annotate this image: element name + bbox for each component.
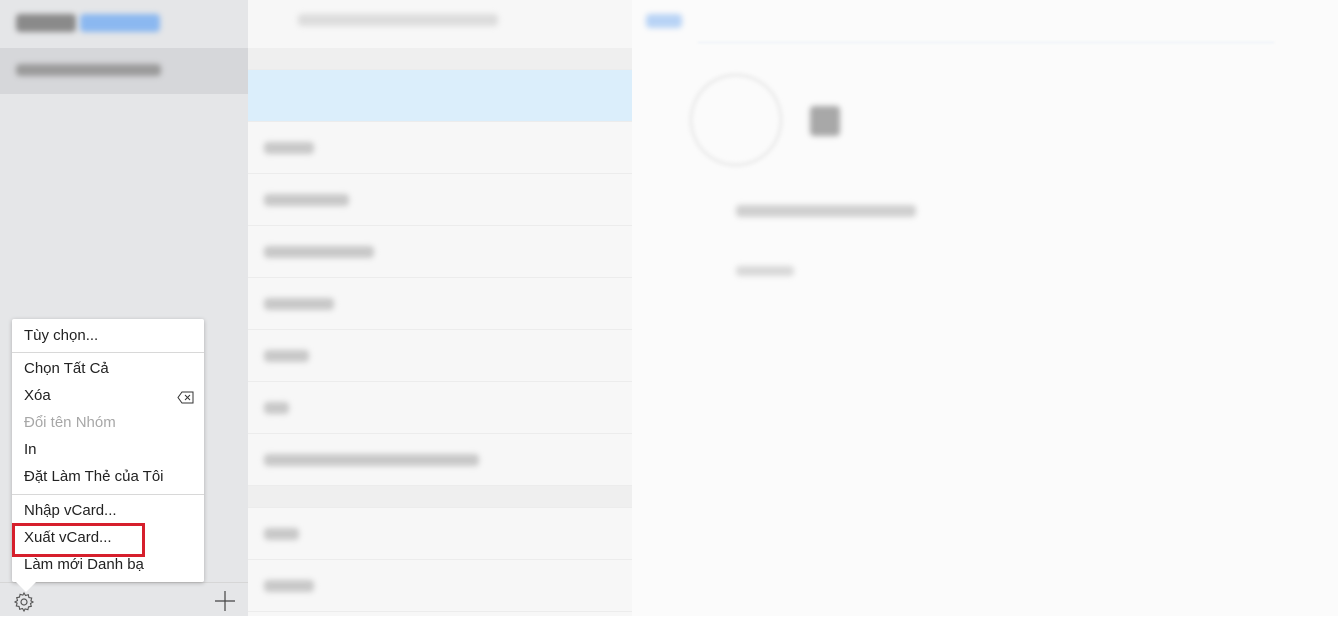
avatar — [690, 74, 782, 166]
contact-detail — [632, 0, 1338, 616]
app-logo — [16, 14, 76, 32]
gear-icon[interactable] — [12, 590, 36, 619]
edit-button[interactable] — [646, 14, 682, 28]
section-header — [248, 486, 632, 508]
notes-field — [736, 266, 794, 276]
menu-item-select-all[interactable]: Chọn Tất Cả — [24, 358, 194, 380]
contact-row[interactable] — [248, 122, 632, 174]
phone-field — [736, 205, 916, 217]
delete-backspace-icon — [177, 389, 194, 411]
contact-row[interactable] — [248, 174, 632, 226]
contact-row[interactable] — [248, 330, 632, 382]
menu-pointer — [14, 580, 38, 592]
contact-list — [248, 0, 632, 616]
contact-row-selected[interactable] — [248, 70, 632, 122]
menu-item-import-vcard[interactable]: Nhập vCard... — [24, 500, 194, 522]
contact-name — [810, 106, 840, 136]
menu-item-rename-group: Đổi tên Nhóm — [24, 414, 116, 431]
menu-item-label: Xóa — [24, 387, 51, 404]
contact-row[interactable] — [248, 226, 632, 278]
contact-row[interactable] — [248, 278, 632, 330]
highlight-box — [12, 523, 145, 557]
app-logo-accent — [80, 14, 160, 32]
search-input[interactable] — [298, 14, 498, 26]
contact-row[interactable] — [248, 508, 632, 560]
menu-item-delete[interactable]: Xóa — [24, 385, 194, 407]
section-header — [248, 48, 632, 70]
contact-row[interactable] — [248, 434, 632, 486]
menu-item-preferences[interactable]: Tùy chọn... — [24, 325, 194, 347]
plus-icon[interactable] — [214, 590, 236, 617]
menu-divider — [12, 352, 204, 353]
menu-divider — [12, 494, 204, 495]
contact-row[interactable] — [248, 560, 632, 612]
sidebar-item-label — [16, 64, 161, 76]
menu-item-make-my-card[interactable]: Đặt Làm Thẻ của Tôi — [24, 466, 194, 488]
contact-row[interactable] — [248, 382, 632, 434]
header-divider — [698, 42, 1274, 43]
menu-item-refresh-contacts[interactable]: Làm mới Danh bạ — [24, 554, 194, 576]
menu-item-print[interactable]: In — [24, 439, 194, 461]
sidebar-item-all-contacts[interactable] — [0, 48, 248, 94]
